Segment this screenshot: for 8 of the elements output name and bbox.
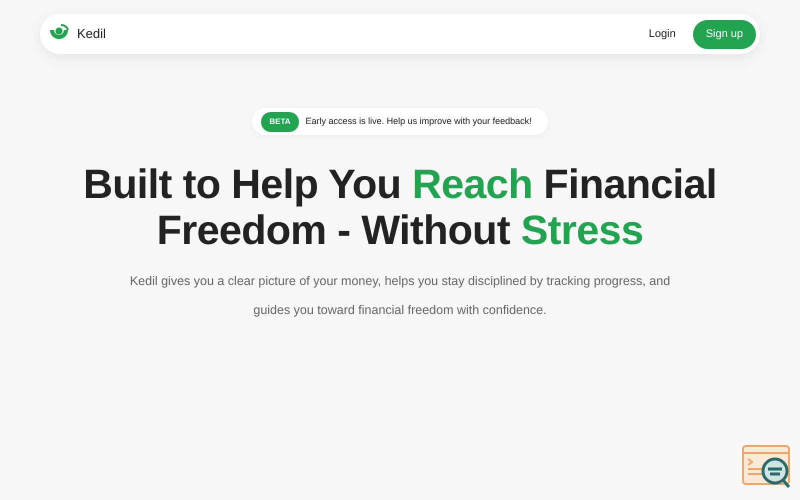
subheadline: Kedil gives you a clear picture of your money, helps you stay disciplined by tracking progress, and guides you toward financial freedom with confidence. — [128, 273, 672, 319]
beta-badge: BETA — [261, 112, 299, 132]
headline: Built to Help You Reach Financial — [83, 161, 717, 207]
headline: Freedom - Without Stress — [156, 207, 644, 253]
brand-name[interactable]: Kedil — [77, 24, 106, 44]
announcement-text: Early access is live. Help us improve with your feedback! — [306, 114, 532, 128]
search-document-icon — [742, 445, 792, 490]
login-link[interactable]: Login — [648, 26, 676, 42]
